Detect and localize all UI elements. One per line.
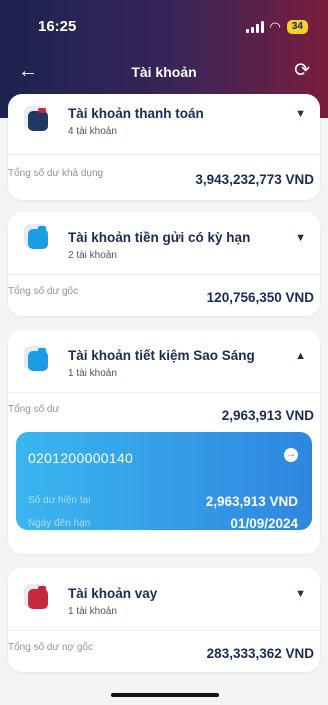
account-card-count: 1 tài khoản xyxy=(68,368,117,379)
account-card-title: Tài khoản tiết kiệm Sao Sáng xyxy=(68,348,255,363)
account-card-label: Tổng số dư nợ gốc xyxy=(8,642,93,653)
current-balance-label: Số dư hiện tại xyxy=(28,495,91,506)
status-bar: 16:25 ◠ 34 xyxy=(0,18,328,38)
account-number: 0201200000140 xyxy=(28,450,134,466)
account-card-label: Tổng số dư xyxy=(8,404,60,415)
account-card-header[interactable]: Tài khoản thanh toán 4 tài khoản ▼ xyxy=(8,94,320,142)
account-card-savings: Tài khoản tiết kiệm Sao Sáng 1 tài khoản… xyxy=(8,330,320,554)
nav-bar: ← Tài khoản ⟳ xyxy=(0,60,328,84)
chevron-down-icon[interactable]: ▼ xyxy=(295,588,306,600)
divider xyxy=(8,274,320,275)
page-title: Tài khoản xyxy=(131,64,197,80)
signal-icon xyxy=(245,21,264,33)
wallet-icon xyxy=(24,104,48,132)
account-card-count: 1 tài khoản xyxy=(68,606,117,617)
account-card-count: 4 tài khoản xyxy=(68,126,117,137)
account-card-amount: 2,963,913 VND xyxy=(221,408,314,423)
account-card-term-deposit: Tài khoản tiền gửi có kỳ hạn 2 tài khoản… xyxy=(8,212,320,316)
due-date-value: 01/09/2024 xyxy=(230,516,298,531)
account-card-title: Tài khoản thanh toán xyxy=(68,106,204,121)
current-balance-value: 2,963,913 VND xyxy=(205,494,298,509)
chevron-up-icon[interactable]: ▲ xyxy=(295,350,306,362)
divider xyxy=(8,630,320,631)
account-card-label: Tổng số dư khả dụng xyxy=(8,168,104,179)
chevron-down-icon[interactable]: ▼ xyxy=(295,108,306,120)
wifi-icon: ◠ xyxy=(269,19,281,34)
account-card-amount: 3,943,232,773 VND xyxy=(195,172,314,187)
account-card-header[interactable]: Tài khoản vay 1 tài khoản ▼ xyxy=(8,568,320,617)
account-card-title: Tài khoản tiền gửi có kỳ hạn xyxy=(68,230,251,245)
refresh-icon[interactable]: ⟳ xyxy=(294,60,310,82)
account-card-label: Tổng số dư gốc xyxy=(8,286,79,297)
account-card-payment: Tài khoản thanh toán 4 tài khoản ▼ Tổng … xyxy=(8,94,320,200)
account-card-header[interactable]: Tài khoản tiền gửi có kỳ hạn 2 tài khoản… xyxy=(8,212,320,261)
savings-account-item[interactable]: 0201200000140 → Số dư hiện tại 2,963,913… xyxy=(16,432,312,531)
battery-icon: 34 xyxy=(286,20,308,34)
account-card-amount: 283,333,362 VND xyxy=(206,646,314,661)
chevron-down-icon[interactable]: ▼ xyxy=(295,232,306,244)
divider xyxy=(8,154,320,155)
arrow-right-circle-icon[interactable]: → xyxy=(284,448,298,462)
account-card-title: Tài khoản vay xyxy=(68,586,158,601)
loan-icon xyxy=(24,582,48,610)
account-card-loan: Tài khoản vay 1 tài khoản ▼ Tổng số dư n… xyxy=(8,568,320,672)
status-icons: ◠ 34 xyxy=(245,19,308,34)
deposit-icon xyxy=(24,222,48,250)
due-date-label: Ngày đến hạn xyxy=(28,518,91,529)
account-card-header[interactable]: Tài khoản tiết kiệm Sao Sáng 1 tài khoản… xyxy=(8,330,320,379)
account-card-amount: 120,756,350 VND xyxy=(206,290,314,305)
savings-icon xyxy=(24,344,48,372)
home-indicator[interactable] xyxy=(111,693,219,697)
status-time: 16:25 xyxy=(38,18,77,35)
account-card-count: 2 tài khoản xyxy=(68,250,117,261)
divider xyxy=(8,392,320,393)
